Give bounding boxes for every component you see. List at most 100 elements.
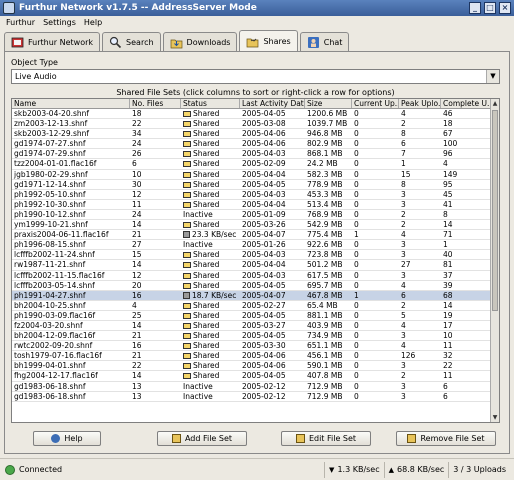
- table-row[interactable]: tosh1979-07-16.flac16f 21 Shared 2005-04-06…: [12, 351, 499, 362]
- cell-last-activity-text: 2005-02-27: [242, 300, 286, 310]
- column-header-peak-uploads[interactable]: Peak Uplo...: [399, 99, 441, 108]
- table-caption: Shared File Sets (click columns to sort …: [116, 88, 395, 97]
- cell-current-uploads: 0: [352, 311, 399, 320]
- cell-complete-uploads-text: 22: [443, 361, 453, 371]
- table-row[interactable]: skb2003-12-29.shnf 34 Shared 2005-04-06 946.…: [12, 129, 499, 140]
- cell-name-text: bh1999-04-01.shnf: [14, 361, 86, 371]
- table-row[interactable]: zm2003-12-13.shnf 22 Shared 2005-03-08 1039.…: [12, 119, 499, 130]
- remove-file-set-button[interactable]: Remove File Set: [396, 431, 496, 446]
- column-header-size[interactable]: Size: [305, 99, 352, 108]
- close-button[interactable]: ×: [499, 2, 511, 14]
- cell-peak-uploads: 4: [399, 321, 441, 330]
- vertical-scrollbar[interactable]: ▲ ▼: [490, 99, 499, 422]
- cell-no-files: 16: [130, 341, 181, 350]
- cell-status-text: Shared: [193, 361, 220, 371]
- add-icon: [171, 434, 181, 443]
- cell-status: Inactive: [181, 392, 240, 401]
- cell-name-text: fz2004-03-20.shnf: [14, 320, 83, 330]
- cell-no-files-text: 15: [132, 250, 142, 260]
- menu-furthur[interactable]: Furthur: [6, 18, 35, 27]
- tab-chat[interactable]: Chat: [299, 32, 350, 52]
- table-row[interactable]: lcfffb2002-11-24.shnf 15 Shared 2005-04-03 7…: [12, 250, 499, 261]
- cell-last-activity-text: 2005-04-04: [242, 169, 286, 179]
- help-icon: [51, 434, 61, 443]
- cell-last-activity-text: 2005-03-08: [242, 119, 286, 129]
- cell-current-uploads-text: 0: [354, 381, 359, 391]
- scroll-up-icon[interactable]: ▲: [491, 99, 499, 108]
- table-row[interactable]: ph1992-05-10.shnf 12 Shared 2005-04-03 453.3…: [12, 190, 499, 200]
- table-row[interactable]: skb2003-04-20.shnf 18 Shared 2005-04-05 1200…: [12, 109, 499, 120]
- cell-peak-uploads-text: 6: [401, 139, 406, 149]
- cell-last-activity-text: 2005-01-09: [242, 209, 286, 219]
- table-row[interactable]: ph1996-08-15.shnf 27 Inactive 2005-01-26 922…: [12, 240, 499, 251]
- table-row[interactable]: rwtc2002-09-20.shnf 16 Shared 2005-03-30 651…: [12, 341, 499, 352]
- object-type-select[interactable]: Live Audio ▼: [11, 69, 500, 84]
- scrollbar-thumb[interactable]: [492, 110, 498, 311]
- cell-current-uploads-text: 0: [354, 179, 359, 189]
- maximize-button[interactable]: □: [484, 2, 496, 14]
- minimize-button[interactable]: _: [469, 2, 481, 14]
- add-file-set-button[interactable]: Add File Set: [157, 431, 247, 446]
- table-row[interactable]: tzz2004-01-01.flac16f 6 Shared 2005-02-09 24…: [12, 159, 499, 170]
- table-row[interactable]: jgb1980-02-29.shnf 10 Shared 2005-04-04 582.…: [12, 170, 499, 180]
- chevron-down-icon[interactable]: ▼: [486, 70, 499, 83]
- edit-file-set-button[interactable]: Edit File Set: [281, 431, 371, 446]
- column-header-name[interactable]: Name: [12, 99, 130, 108]
- cell-size-text: 734.9 MB: [307, 331, 343, 341]
- table-row[interactable]: fz2004-03-20.shnf 14 Shared 2005-03-27 403.9…: [12, 320, 499, 332]
- tab-search[interactable]: Search: [102, 32, 161, 52]
- cell-name-text: fhg2004-12-17.flac16f: [14, 371, 98, 381]
- tab-downloads[interactable]: Downloads: [162, 32, 238, 52]
- menu-help[interactable]: Help: [84, 18, 102, 27]
- cell-complete-uploads: 68: [441, 291, 491, 300]
- table-row[interactable]: gd1983-06-18.shnf 13 Inactive 2005-02-12 712…: [12, 382, 499, 392]
- table-row[interactable]: rw1987-11-21.shnf 14 Shared 2005-04-04 501.2…: [12, 260, 499, 271]
- table-row[interactable]: ph1992-10-30.shnf 11 Shared 2005-04-04 513.4…: [12, 200, 499, 210]
- column-header-status[interactable]: Status: [181, 99, 240, 108]
- cell-size: 24.2 MB: [305, 159, 352, 168]
- menu-settings[interactable]: Settings: [43, 18, 76, 27]
- table-row[interactable]: ph1991-04-27.shnf 16 18.7 KB/sec 2005-04-07…: [12, 290, 499, 301]
- scroll-down-icon[interactable]: ▼: [491, 413, 499, 422]
- cell-size: 407.8 MB: [305, 371, 352, 380]
- table-row[interactable]: gd1974-07-27.shnf 24 Shared 2005-04-06 802.9…: [12, 139, 499, 150]
- table-row[interactable]: bh2004-10-25.shnf 4 Shared 2005-02-27 65.4 M…: [12, 301, 499, 311]
- table-row[interactable]: gd1983-06-18.shnf 13 Inactive 2005-02-12 712…: [12, 392, 499, 402]
- table-row[interactable]: lcfffb2003-05-14.shnf 20 Shared 2005-04-05 6…: [12, 281, 499, 291]
- tab-furthur-network[interactable]: Furthur Network: [4, 32, 101, 52]
- table-row[interactable]: bh2004-12-09.flac16f 21 Shared 2005-04-05 73…: [12, 331, 499, 342]
- table-row[interactable]: gd1974-07-29.shnf 26 Shared 2005-04-03 868.1…: [12, 149, 499, 160]
- tab-shares[interactable]: Shares: [239, 30, 298, 52]
- cell-peak-uploads: 2: [399, 301, 441, 310]
- cell-peak-uploads: 2: [399, 119, 441, 128]
- column-header-current-uploads[interactable]: Current Up...: [352, 99, 399, 108]
- cell-peak-uploads: 7: [399, 149, 441, 158]
- column-header-no-files[interactable]: No. Files: [130, 99, 181, 108]
- cell-peak-uploads-text: 3: [401, 240, 406, 250]
- cell-size: 65.4 MB: [305, 301, 352, 310]
- cell-peak-uploads-text: 2: [401, 371, 406, 381]
- column-header-last-activity[interactable]: Last Activity Date: [240, 99, 305, 108]
- column-header-complete-uploads[interactable]: Complete U...: [441, 99, 491, 108]
- cell-current-uploads-text: 0: [354, 189, 359, 199]
- shared-folder-icon: [183, 272, 191, 279]
- cell-complete-uploads-text: 37: [443, 270, 453, 280]
- cell-name: ph1992-10-30.shnf: [12, 200, 130, 209]
- help-button[interactable]: Help: [33, 431, 101, 446]
- cell-name-text: rw1987-11-21.shnf: [14, 260, 86, 270]
- table-row[interactable]: fhg2004-12-17.flac16f 14 Shared 2005-04-05 4…: [12, 371, 499, 382]
- cell-name-text: jgb1980-02-29.shnf: [14, 169, 88, 179]
- table-row[interactable]: praxis2004-06-11.flac16f 21 23.3 KB/sec 200…: [12, 230, 499, 241]
- cell-name: ph1990-03-09.flac16f: [12, 311, 130, 320]
- table-row[interactable]: gd1971-12-14.shnf 30 Shared 2005-04-05 778.9…: [12, 180, 499, 190]
- cell-current-uploads-text: 0: [354, 209, 359, 219]
- table-row[interactable]: ph1990-03-09.flac16f 25 Shared 2005-04-05 88…: [12, 311, 499, 321]
- tab-label: Downloads: [186, 38, 231, 47]
- table-row[interactable]: ym1999-10-21.shnf 14 Shared 2005-03-26 542.9…: [12, 220, 499, 231]
- cell-status-text: Shared: [193, 109, 220, 118]
- cell-last-activity-text: 2005-04-06: [242, 129, 286, 139]
- cell-name-text: ym1999-10-21.shnf: [14, 220, 88, 230]
- table-row[interactable]: ph1990-10-12.shnf 24 Inactive 2005-01-09 768…: [12, 209, 499, 221]
- table-row[interactable]: lcfffb2002-11-15.flac16f 12 Shared 2005-04-…: [12, 271, 499, 281]
- table-row[interactable]: bh1999-04-01.shnf 22 Shared 2005-04-06 590.1…: [12, 361, 499, 372]
